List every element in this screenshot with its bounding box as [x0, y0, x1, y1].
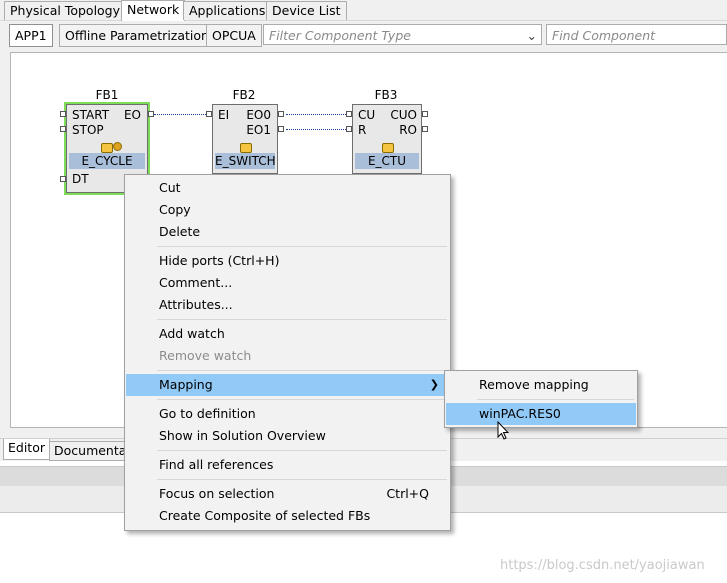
find-component-input[interactable]: Find Component	[546, 24, 727, 45]
menu-separator	[157, 319, 447, 320]
fb2-pin-eo0[interactable]	[278, 111, 284, 117]
menu-item-mapping[interactable]: Mapping ❯	[126, 374, 449, 396]
fb1-name: FB1	[95, 88, 119, 102]
find-placeholder: Find Component	[552, 28, 656, 43]
menu-item-remove-mapping[interactable]: Remove mapping	[446, 374, 636, 396]
menu-item-create-composite[interactable]: Create Composite of selected FBs	[126, 505, 449, 527]
fb2-port-ei[interactable]: EI	[218, 108, 229, 122]
resource-icon	[382, 143, 394, 153]
menu-item-focus-label: Focus on selection	[159, 486, 275, 501]
fb3-pin-r[interactable]	[346, 126, 352, 132]
fb3-pin-ro[interactable]	[422, 126, 428, 132]
fb1-port-dt[interactable]: DT	[72, 172, 89, 186]
connection-fb2-fb3-r[interactable]	[286, 129, 346, 130]
fb2-pin-eo1[interactable]	[278, 126, 284, 132]
resource-icon	[240, 143, 252, 153]
tab-device-list[interactable]: Device List	[266, 1, 347, 20]
menu-separator	[157, 450, 447, 451]
menu-item-delete[interactable]: Delete	[126, 221, 449, 243]
opcua-button[interactable]: OPCUA	[206, 24, 262, 47]
menu-item-copy[interactable]: Copy	[126, 199, 449, 221]
chevron-right-icon: ❯	[429, 378, 439, 391]
menu-item-focus-shortcut: Ctrl+Q	[386, 486, 429, 501]
menu-item-hide-ports[interactable]: Hide ports (Ctrl+H)	[126, 250, 449, 272]
menu-item-find-references[interactable]: Find all references	[126, 454, 449, 476]
menu-item-winpac-res0[interactable]: winPAC.RES0	[446, 403, 636, 425]
fb1-port-start[interactable]: START	[72, 108, 109, 122]
menu-separator	[157, 399, 447, 400]
fb1-type: E_CYCLE	[69, 153, 145, 169]
connection-fb1-fb2[interactable]	[154, 114, 206, 115]
menu-separator	[157, 246, 447, 247]
menu-separator	[157, 370, 447, 371]
menu-item-go-to-definition[interactable]: Go to definition	[126, 403, 449, 425]
menu-item-show-in-solution[interactable]: Show in Solution Overview	[126, 425, 449, 447]
filter-component-type-combo[interactable]: Filter Component Type ⌄	[263, 24, 542, 45]
app1-button[interactable]: APP1	[9, 24, 53, 47]
fb2-name: FB2	[232, 88, 256, 102]
menu-item-remove-watch: Remove watch	[159, 348, 252, 363]
connection-fb2-fb3-cu[interactable]	[286, 114, 346, 115]
gear-icon	[113, 142, 122, 151]
menu-item-mapping-label: Mapping	[159, 377, 213, 392]
menu-item-cut[interactable]: Cut	[126, 177, 449, 199]
fb3-pin-cu[interactable]	[346, 111, 352, 117]
fb1-pin-stop[interactable]	[60, 126, 66, 132]
fb1-pin-dt[interactable]	[60, 176, 66, 182]
offline-parametrization-button[interactable]: Offline Parametrization	[59, 24, 215, 47]
tab-applications[interactable]: Applications	[183, 1, 272, 20]
fb3-port-cu[interactable]: CU	[358, 108, 375, 122]
cursor-icon	[497, 421, 509, 440]
menu-item-attributes[interactable]: Attributes...	[126, 294, 449, 316]
top-tab-bar: Physical Topology Network Applications D…	[0, 0, 727, 21]
menu-item-comment[interactable]: Comment...	[126, 272, 449, 294]
fb2-pin-ei[interactable]	[206, 111, 212, 117]
resource-icon	[101, 143, 113, 153]
fb3-port-ro[interactable]: RO	[399, 123, 417, 137]
tab-editor[interactable]: Editor	[3, 439, 50, 460]
watermark: https://blog.csdn.net/yaojiawan	[500, 558, 705, 573]
menu-item-focus-selection[interactable]: Focus on selection Ctrl+Q	[126, 483, 449, 505]
fb3-type: E_CTU	[355, 153, 419, 169]
menu-item-add-watch[interactable]: Add watch	[126, 323, 449, 345]
menu-separator	[157, 479, 447, 480]
fb3-name: FB3	[374, 88, 398, 102]
tab-physical-topology[interactable]: Physical Topology	[4, 1, 127, 20]
fb2-block[interactable]: EI EO0 EO1 E_SWITCH	[212, 104, 278, 174]
fb3-port-r[interactable]: R	[358, 123, 366, 137]
fb3-pin-cuo[interactable]	[422, 111, 428, 117]
menu-separator	[477, 399, 634, 400]
fb3-port-cuo[interactable]: CUO	[390, 108, 417, 122]
fb3-block[interactable]: CU R CUO RO E_CTU	[352, 104, 422, 174]
context-menu: Cut Copy Delete Hide ports (Ctrl+H) Comm…	[124, 174, 451, 531]
fb1-port-eo[interactable]: EO	[124, 108, 141, 122]
editor-toolbar: APP1 Offline Parametrization OPCUA Filte…	[0, 21, 727, 48]
fb2-port-eo0[interactable]: EO0	[246, 108, 271, 122]
filter-placeholder: Filter Component Type	[269, 28, 411, 43]
fb2-type: E_SWITCH	[215, 153, 276, 169]
tab-network[interactable]: Network	[121, 0, 186, 21]
chevron-down-icon[interactable]: ⌄	[527, 25, 537, 46]
fb1-port-stop[interactable]: STOP	[72, 123, 104, 137]
fb2-port-eo1[interactable]: EO1	[246, 123, 271, 137]
fb1-pin-start[interactable]	[60, 111, 66, 117]
mapping-submenu: Remove mapping winPAC.RES0	[444, 370, 638, 428]
